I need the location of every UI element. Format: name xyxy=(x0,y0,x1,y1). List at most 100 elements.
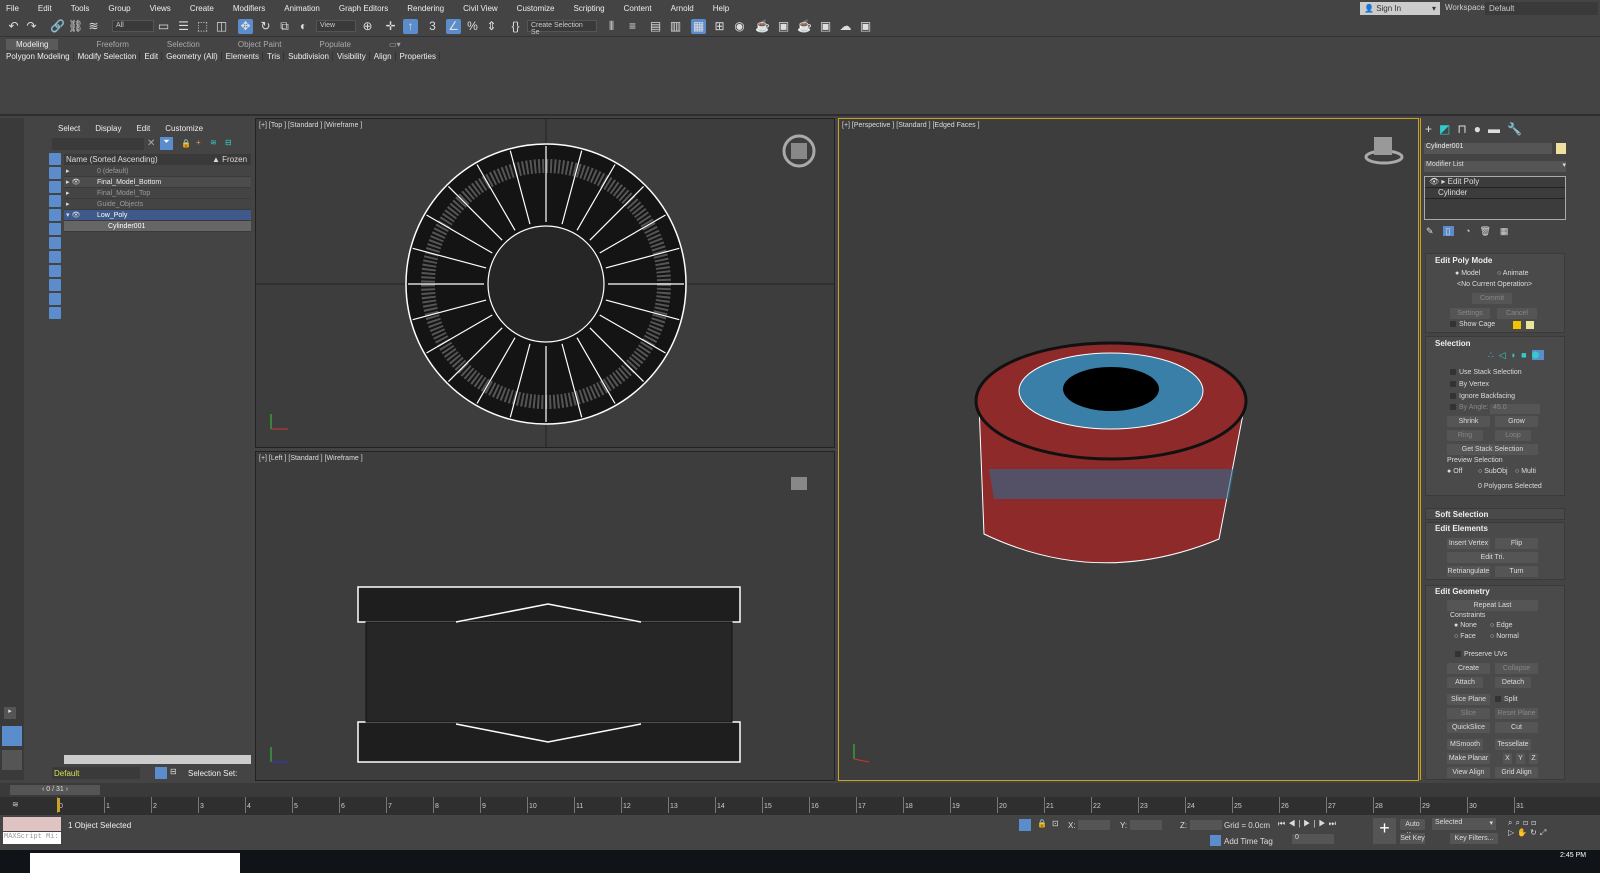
constraint-normal-radio[interactable]: ○ Normal xyxy=(1490,633,1519,640)
subtab-tris[interactable]: Tris xyxy=(267,51,285,61)
edge-icon[interactable]: ◁ xyxy=(1499,350,1511,360)
prev-frame-icon[interactable]: ◀| xyxy=(1288,819,1303,828)
subtab-modify-selection[interactable]: Modify Selection xyxy=(78,51,141,61)
edit-tri-button[interactable]: Edit Tri. xyxy=(1447,552,1538,563)
menu-create[interactable]: Create xyxy=(190,4,214,13)
layer-row[interactable]: Final_Model_Bottom xyxy=(64,177,251,188)
vertex-icon[interactable]: ∴ xyxy=(1488,350,1499,360)
subtab-subdivision[interactable]: Subdivision xyxy=(288,51,333,61)
mirror-icon[interactable]: ⫴ xyxy=(604,19,619,34)
menu-customize[interactable]: Customize xyxy=(517,4,555,13)
collapse-button[interactable]: Collapse xyxy=(1495,663,1538,674)
planar-y-button[interactable]: Y xyxy=(1516,753,1525,764)
layers-icon[interactable]: ≋ xyxy=(210,138,217,147)
subtab-geometry[interactable]: Geometry (All) xyxy=(166,51,222,61)
menu-views[interactable]: Views xyxy=(150,4,171,13)
zoom-extents-icon[interactable]: ⊡ xyxy=(1523,818,1531,827)
detach-button[interactable]: Detach xyxy=(1495,677,1531,688)
angle-snap-icon[interactable]: ∠ xyxy=(446,19,461,34)
preserve-uvs-checkbox[interactable]: Preserve UVs xyxy=(1455,651,1507,658)
subtab-edit[interactable]: Edit xyxy=(144,51,163,61)
schematic-view-icon[interactable]: ⊞ xyxy=(712,19,727,34)
preview-multi-radio[interactable]: ○ Multi xyxy=(1515,468,1536,475)
viewport-perspective[interactable]: [+] [Perspective ] [Standard ] [Edged Fa… xyxy=(838,118,1419,781)
render-icon[interactable]: ☕ xyxy=(797,19,812,34)
workspace-dropdown[interactable]: Default xyxy=(1485,2,1598,15)
angle-spinner[interactable]: 45.0 xyxy=(1490,404,1540,414)
menu-modifiers[interactable]: Modifiers xyxy=(233,4,265,13)
edit-elements-title[interactable]: Edit Elements xyxy=(1435,524,1488,533)
make-planar-button[interactable]: Make Planar xyxy=(1447,753,1490,764)
reference-coord-dropdown[interactable]: View xyxy=(316,20,356,32)
retriangulate-button[interactable]: Retriangulate xyxy=(1447,566,1490,577)
object-name-field[interactable]: Cylinder001 xyxy=(1424,143,1552,154)
edit-poly-mode-title[interactable]: Edit Poly Mode xyxy=(1435,256,1492,265)
menu-group[interactable]: Group xyxy=(108,4,130,13)
add-layer-icon[interactable]: + xyxy=(196,138,201,147)
selection-filter-dropdown[interactable]: All xyxy=(112,20,154,32)
bones-filter-icon[interactable] xyxy=(49,265,61,277)
grid-align-button[interactable]: Grid Align xyxy=(1495,767,1538,778)
cage-selected-color-swatch[interactable] xyxy=(1526,321,1534,329)
shrink-button[interactable]: Shrink xyxy=(1447,416,1490,427)
lock-icon[interactable]: 🔒 xyxy=(181,139,191,148)
se-menu-customize[interactable]: Customize xyxy=(165,124,203,133)
spinner-snap-icon[interactable]: ⇕ xyxy=(484,19,499,34)
tab-freeform[interactable]: Freeform xyxy=(96,40,128,49)
viewport-left-label[interactable]: [+] [Left ] [Standard ] [Wireframe ] xyxy=(259,455,363,462)
loop-button[interactable]: Loop xyxy=(1495,430,1531,441)
selection-lock-icon[interactable]: 🔒 xyxy=(1037,819,1047,828)
edit-named-selections-icon[interactable]: {} xyxy=(508,19,523,34)
element-icon[interactable]: ⬢ xyxy=(1531,350,1545,360)
constraint-face-radio[interactable]: ○ Face xyxy=(1454,633,1476,640)
z-coordinate-field[interactable] xyxy=(1190,820,1222,830)
time-slider-thumb[interactable]: ‹ 0 / 31 › xyxy=(10,785,100,795)
fov-icon[interactable]: ▷ xyxy=(1508,828,1517,837)
select-object-icon[interactable]: ▭ xyxy=(156,19,171,34)
msmooth-button[interactable]: MSmooth xyxy=(1447,739,1483,750)
move-icon[interactable]: ✥ xyxy=(238,19,253,34)
material-editor-icon[interactable]: ◉ xyxy=(732,19,747,34)
next-frame-icon[interactable]: |▶ xyxy=(1314,819,1329,828)
border-icon[interactable]: ◗ xyxy=(1511,350,1521,360)
repeat-last-button[interactable]: Repeat Last xyxy=(1447,600,1538,611)
view-align-button[interactable]: View Align xyxy=(1447,767,1490,778)
ribbon-icon[interactable]: ▥ xyxy=(668,19,683,34)
show-end-result-icon[interactable]: ▯ xyxy=(1442,226,1454,236)
pivot-center-icon[interactable]: ⊕ xyxy=(360,19,375,34)
pan-icon[interactable]: ✋ xyxy=(1517,828,1530,837)
tessellate-button[interactable]: Tessellate xyxy=(1495,739,1531,750)
soft-selection-title[interactable]: Soft Selection xyxy=(1435,510,1488,519)
menu-animation[interactable]: Animation xyxy=(284,4,320,13)
snaps-toggle-icon[interactable]: 3 xyxy=(425,19,440,34)
slice-plane-button[interactable]: Slice Plane xyxy=(1447,694,1490,705)
render-online-icon[interactable]: ☁ xyxy=(838,19,853,34)
insert-vertex-button[interactable]: Insert Vertex xyxy=(1447,538,1490,549)
column-frozen[interactable]: ▲ Frozen xyxy=(212,155,247,164)
spacewarps-filter-icon[interactable] xyxy=(49,223,61,235)
remove-modifier-icon[interactable]: 🗑 xyxy=(1479,226,1499,236)
planar-x-button[interactable]: X xyxy=(1503,753,1512,764)
layer-row[interactable]: Guide_Objects xyxy=(64,199,251,210)
expand-arrows-icon[interactable]: ▸ ▸ 👁 ▸ ▸ ▾ 👁 xyxy=(66,166,80,221)
se-menu-display[interactable]: Display xyxy=(95,124,121,133)
groups-filter-icon[interactable] xyxy=(49,237,61,249)
constraint-edge-radio[interactable]: ○ Edge xyxy=(1490,622,1513,629)
menu-scripting[interactable]: Scripting xyxy=(573,4,604,13)
select-by-name-icon[interactable]: ☰ xyxy=(176,19,191,34)
isolate-selection-icon[interactable] xyxy=(1019,819,1031,831)
geometry-filter-icon[interactable] xyxy=(49,153,61,165)
cancel-button[interactable]: Cancel xyxy=(1497,308,1537,319)
menu-help[interactable]: Help xyxy=(713,4,729,13)
reset-plane-button[interactable]: Reset Plane xyxy=(1495,708,1538,719)
menu-tools[interactable]: Tools xyxy=(71,4,90,13)
add-time-tag-button[interactable]: Add Time Tag xyxy=(1224,837,1273,846)
menu-file[interactable]: File xyxy=(6,4,19,13)
layer-row[interactable]: Final_Model_Top xyxy=(64,188,251,199)
explorer-scrollbar[interactable] xyxy=(64,755,251,764)
object-row[interactable]: Cylinder001 xyxy=(64,221,251,232)
redo-icon[interactable]: ↷ xyxy=(24,19,39,34)
menu-rendering[interactable]: Rendering xyxy=(407,4,444,13)
cage-color-swatch[interactable] xyxy=(1513,321,1521,329)
x-coordinate-field[interactable] xyxy=(1078,820,1110,830)
